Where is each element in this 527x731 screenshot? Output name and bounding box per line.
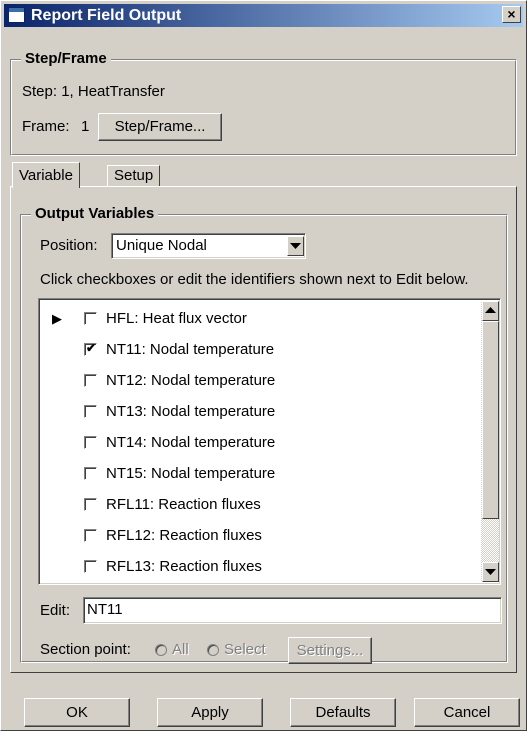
defaults-button[interactable]: Defaults [290,698,396,727]
arrow-down-icon [485,569,496,575]
list-item[interactable]: NT12: Nodal temperature [39,369,479,393]
list-item-label: NT14: Nodal temperature [106,434,276,451]
window-title: Report Field Output [31,7,182,24]
cancel-button-label: Cancel [443,704,491,721]
defaults-button-label: Defaults [315,704,371,721]
frame-value: 1 [81,118,90,135]
edit-label: Edit: [40,602,71,619]
radio-select[interactable] [207,644,219,656]
position-value: Unique Nodal [116,237,207,254]
list-item-label: RFL12: Reaction fluxes [106,527,262,544]
checkbox[interactable] [84,529,97,542]
checkbox[interactable] [84,374,97,387]
list-item-label: RFL11: Reaction fluxes [106,496,261,513]
list-item-label: NT15: Nodal temperature [106,465,276,482]
step-frame-button[interactable]: Step/Frame... [98,113,222,141]
list-scrollbar[interactable] [481,301,499,582]
list-item[interactable]: RFL12: Reaction fluxes [39,524,479,548]
radio-select-label: Select [224,641,266,658]
edit-input[interactable]: NT11 [83,597,502,624]
checkbox[interactable]: ✔ [84,341,97,356]
cancel-button[interactable]: Cancel [414,698,520,727]
step-text: Step: 1, HeatTransfer [22,83,165,100]
apply-button-label: Apply [191,704,229,721]
checkbox[interactable] [84,498,97,511]
frame-label: Frame: [22,118,70,135]
scroll-thumb[interactable] [482,321,499,519]
list-item[interactable]: NT15: Nodal temperature [39,462,479,486]
scroll-up-button[interactable] [482,301,499,321]
chevron-down-icon [290,243,301,249]
step-frame-group-title: Step/Frame [21,50,111,68]
window-icon [8,7,25,23]
title-bar: Report Field Output × [4,4,523,27]
radio-all-label: All [172,641,189,658]
checkbox[interactable] [84,312,97,325]
checkbox[interactable] [84,467,97,480]
list-item[interactable]: NT13: Nodal temperature [39,400,479,424]
edit-value: NT11 [87,601,123,618]
ok-button-label: OK [66,704,88,721]
list-item[interactable]: RFL13: Reaction fluxes [39,555,479,579]
list-item[interactable]: ▶ HFL: Heat flux vector [39,307,479,331]
position-dropdown[interactable]: Unique Nodal [111,233,306,259]
list-item-label: HFL: Heat flux vector [106,310,247,327]
close-button[interactable]: × [502,6,521,23]
close-icon: × [507,6,516,22]
dialog-window: Report Field Output × Step/Frame Step: 1… [0,0,527,731]
dropdown-button[interactable] [287,236,304,256]
position-label: Position: [40,237,98,254]
checkmark-icon: ✔ [86,341,97,355]
hint-text: Click checkboxes or edit the identifiers… [40,271,469,288]
list-item[interactable]: ✔ NT11: Nodal temperature [39,338,479,362]
output-variables-group-title: Output Variables [31,205,159,223]
checkbox[interactable] [84,405,97,418]
tab-setup-label: Setup [114,167,154,184]
settings-button[interactable]: Settings... [288,637,372,664]
scroll-down-button[interactable] [482,562,499,582]
list-item[interactable]: NT14: Nodal temperature [39,431,479,455]
settings-button-label: Settings... [296,642,364,659]
tab-setup[interactable]: Setup [107,165,161,186]
apply-button[interactable]: Apply [157,698,263,727]
checkbox[interactable] [84,560,97,573]
list-item-label: NT12: Nodal temperature [106,372,276,389]
tab-variable[interactable]: Variable [12,162,80,188]
expand-arrow-icon[interactable]: ▶ [52,310,62,328]
step-frame-group [10,59,517,156]
ok-button[interactable]: OK [24,698,130,727]
arrow-up-icon [485,307,496,313]
list-item-label: RFL13: Reaction fluxes [106,558,262,575]
tab-variable-label: Variable [19,167,73,184]
variables-list[interactable]: ▶ HFL: Heat flux vector ✔ NT11: Nodal tempe… [38,298,501,585]
section-point-label: Section point: [40,641,131,658]
list-item-label: NT11: Nodal temperature [106,341,275,358]
list-item-label: NT13: Nodal temperature [106,403,276,420]
radio-all[interactable] [155,644,167,656]
list-item[interactable]: RFL11: Reaction fluxes [39,493,479,517]
checkbox[interactable] [84,436,97,449]
step-frame-button-label: Step/Frame... [114,118,206,135]
